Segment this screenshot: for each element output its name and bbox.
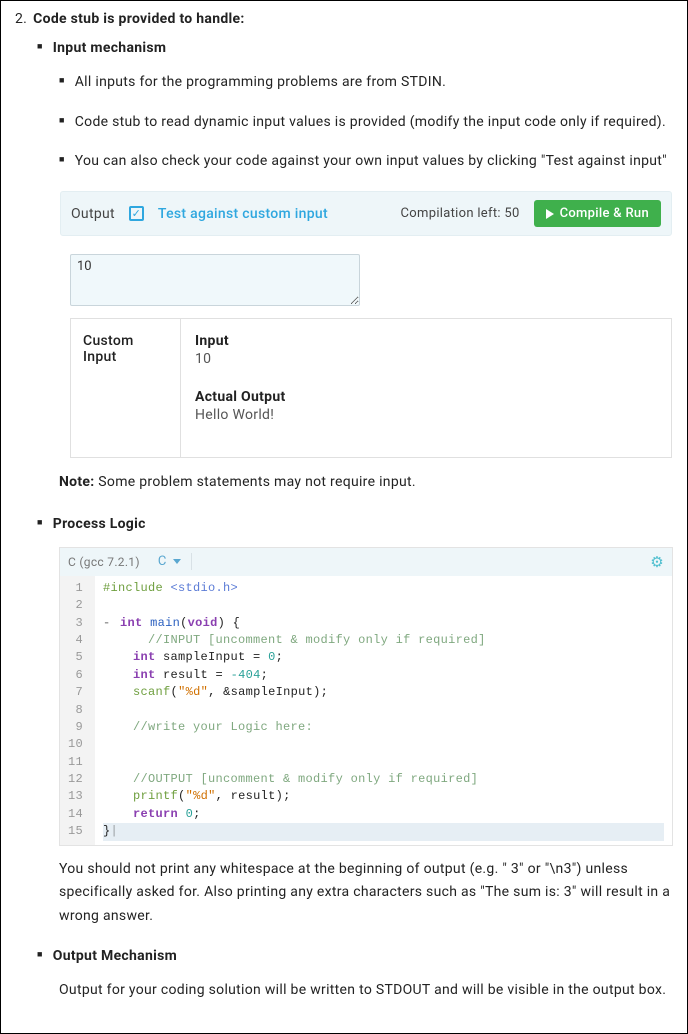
bullet-text: You can also check your code against you… <box>75 150 667 174</box>
section-process-logic: ■ Process Logic <box>37 513 673 537</box>
compile-run-button[interactable]: Compile & Run <box>534 200 661 227</box>
input-heading: Input <box>195 333 657 349</box>
im-bullet-2: ■ Code stub to read dynamic input values… <box>59 111 673 135</box>
heading-text: Code stub is provided to handle: <box>33 11 244 27</box>
io-table: Custom Input Input 10 Actual Output Hell… <box>70 318 672 458</box>
code-line[interactable]: - int main(void) { <box>103 615 664 632</box>
output-label: Output <box>71 206 115 222</box>
bullet-icon: ■ <box>59 111 65 135</box>
input-value: 10 <box>195 351 657 367</box>
io-table-body: Input 10 Actual Output Hello World! <box>181 319 671 457</box>
language-select[interactable]: C <box>148 553 192 570</box>
code-line[interactable]: int sampleInput = 0; <box>103 649 664 666</box>
code-gutter: 123456789101112131415 <box>60 576 95 845</box>
code-line[interactable]: #include <stdio.h> <box>103 580 664 597</box>
output-mechanism-text: Output for your coding solution will be … <box>59 979 673 1003</box>
custom-input-textarea-wrap <box>70 254 360 310</box>
bullet-icon: ■ <box>37 513 43 537</box>
im-bullet-3: ■ You can also check your code against y… <box>59 150 673 174</box>
section-title: Output Mechanism <box>53 945 177 969</box>
language-select-label: C <box>158 554 167 569</box>
compilation-left: Compilation left: 50 <box>401 206 520 221</box>
section-output-mechanism: ■ Output Mechanism <box>37 945 673 969</box>
heading-number: 2. <box>15 11 27 27</box>
editor-bar: C (gcc 7.2.1) C ⚙ <box>60 548 672 576</box>
code-line[interactable]: //write your Logic here: <box>103 719 664 736</box>
code-line[interactable]: return 0; <box>103 806 664 823</box>
play-icon <box>546 209 554 219</box>
bullet-icon: ■ <box>37 37 43 61</box>
run-button-label: Compile & Run <box>560 206 649 221</box>
code-line[interactable] <box>103 754 664 771</box>
test-against-input-link[interactable]: Test against custom input <box>158 206 328 222</box>
output-panel-bar: Output ✓ Test against custom input Compi… <box>60 191 672 236</box>
code-line[interactable]: //OUTPUT [uncomment & modify only if req… <box>103 771 664 788</box>
code-area[interactable]: 123456789101112131415 #include <stdio.h>… <box>60 576 672 845</box>
code-line[interactable]: }| <box>103 823 664 840</box>
process-logic-note: You should not print any whitespace at t… <box>59 858 673 929</box>
section-title: Input mechanism <box>53 37 167 61</box>
code-line[interactable] <box>103 597 664 614</box>
code-line[interactable]: scanf("%d", &sampleInput); <box>103 684 664 701</box>
test-checkbox[interactable]: ✓ <box>129 206 144 221</box>
code-line[interactable] <box>103 736 664 753</box>
heading-numbered: 2. Code stub is provided to handle: <box>15 11 673 27</box>
code-line[interactable]: printf("%d", result); <box>103 788 664 805</box>
im-bullet-1: ■ All inputs for the programming problem… <box>59 71 673 95</box>
code-line[interactable]: int result = -404; <box>103 667 664 684</box>
compiler-label: C (gcc 7.2.1) <box>68 555 140 569</box>
chevron-down-icon <box>173 559 181 564</box>
actual-output-value: Hello World! <box>195 407 657 423</box>
note-text: Some problem statements may not require … <box>95 474 416 490</box>
custom-input-header: Custom Input <box>71 319 181 457</box>
section-input-mechanism: ■ Input mechanism <box>37 37 673 61</box>
note: Note: Some problem statements may not re… <box>59 471 673 495</box>
code-editor: C (gcc 7.2.1) C ⚙ 123456789101112131415 … <box>59 547 673 846</box>
code-line[interactable]: //INPUT [uncomment & modify only if requ… <box>103 632 664 649</box>
gear-icon[interactable]: ⚙ <box>650 553 664 571</box>
bullet-text: All inputs for the programming problems … <box>75 71 446 95</box>
actual-output-heading: Actual Output <box>195 389 657 405</box>
code-line[interactable] <box>103 702 664 719</box>
bullet-icon: ■ <box>59 71 65 95</box>
bullet-icon: ■ <box>59 150 65 174</box>
bullet-icon: ■ <box>37 945 43 969</box>
note-label: Note: <box>59 474 95 490</box>
code-body[interactable]: #include <stdio.h> - int main(void) { //I… <box>95 576 672 845</box>
bullet-text: Code stub to read dynamic input values i… <box>75 111 666 135</box>
output-panel: Output ✓ Test against custom input Compi… <box>59 190 673 459</box>
section-title: Process Logic <box>53 513 146 537</box>
custom-input-textarea[interactable] <box>70 254 360 306</box>
